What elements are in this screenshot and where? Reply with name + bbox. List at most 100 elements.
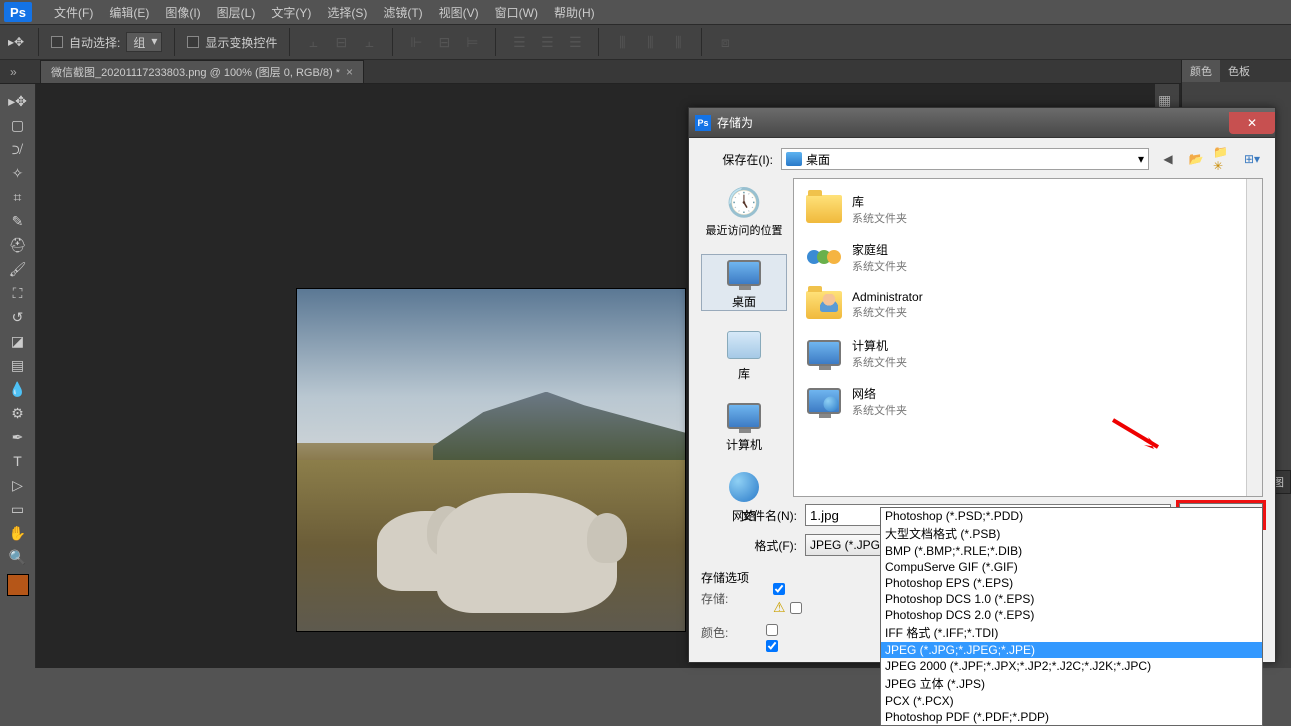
save-in-label: 保存在(I): [701, 151, 773, 168]
file-item-administrator[interactable]: Administrator 系统文件夹 [800, 281, 1256, 329]
format-option-jpeg2000[interactable]: JPEG 2000 (*.JPF;*.JPX;*.JP2;*.J2C;*.J2K… [881, 658, 1262, 674]
gradient-tool-icon[interactable]: ▤ [5, 354, 31, 376]
distribute-vcenter-icon[interactable]: ☰ [536, 31, 558, 53]
nav-new-folder-icon[interactable]: 📁✳ [1213, 148, 1235, 170]
save-in-dropdown[interactable]: 桌面 ▾ [781, 148, 1149, 170]
dodge-tool-icon[interactable]: ⚙ [5, 402, 31, 424]
distribute-hcenter-icon[interactable]: ⫼ [639, 31, 661, 53]
place-computer[interactable]: 计算机 [701, 398, 787, 453]
menu-select[interactable]: 选择(S) [319, 1, 375, 24]
eyedropper-tool-icon[interactable]: ✎ [5, 210, 31, 232]
format-option-bmp[interactable]: BMP (*.BMP;*.RLE;*.DIB) [881, 543, 1262, 559]
format-option-eps[interactable]: Photoshop EPS (*.EPS) [881, 575, 1262, 591]
color-option-checkbox[interactable] [766, 640, 778, 652]
path-selection-tool-icon[interactable]: ▷ [5, 474, 31, 496]
magic-wand-tool-icon[interactable]: ✧ [5, 162, 31, 184]
file-item-homegroup[interactable]: 家庭组 系统文件夹 [800, 233, 1256, 281]
move-tool-icon[interactable]: ▸✥ [6, 32, 26, 52]
menu-edit[interactable]: 编辑(E) [101, 1, 157, 24]
align-bottom-icon[interactable]: ⫠ [358, 31, 380, 53]
save-option-checkbox[interactable] [773, 583, 785, 595]
format-option-gif[interactable]: CompuServe GIF (*.GIF) [881, 559, 1262, 575]
dialog-titlebar[interactable]: Ps 存储为 ✕ [689, 108, 1275, 138]
homegroup-icon [804, 239, 844, 275]
file-list[interactable]: 库 系统文件夹 家庭组 系统文件夹 Administ [793, 178, 1263, 497]
distribute-left-icon[interactable]: ⫼ [611, 31, 633, 53]
show-transform-checkbox[interactable] [187, 36, 199, 48]
expand-docs-icon[interactable]: » [10, 65, 17, 79]
pen-tool-icon[interactable]: ✒ [5, 426, 31, 448]
distribute-top-icon[interactable]: ☰ [508, 31, 530, 53]
menu-layer[interactable]: 图层(L) [209, 1, 264, 24]
menu-type[interactable]: 文字(Y) [263, 1, 319, 24]
format-option-pdf[interactable]: Photoshop PDF (*.PDF;*.PDP) [881, 709, 1262, 725]
auto-select-dropdown[interactable]: 组 ▾ [126, 32, 162, 52]
nav-view-menu-icon[interactable]: ⊞▾ [1241, 148, 1263, 170]
swatches-panel-tab[interactable]: 色板 [1220, 60, 1258, 82]
nav-up-icon[interactable]: 📂 [1185, 148, 1207, 170]
save-option-checkbox[interactable] [790, 602, 802, 614]
format-option-pcx[interactable]: PCX (*.PCX) [881, 693, 1262, 709]
computer-icon [804, 335, 844, 371]
3d-mode-icon[interactable]: ⧈ [714, 31, 736, 53]
format-dropdown-list[interactable]: Photoshop (*.PSD;*.PDD) 大型文档格式 (*.PSB) B… [880, 507, 1263, 726]
scrollbar[interactable] [1246, 179, 1262, 496]
menu-file[interactable]: 文件(F) [46, 1, 101, 24]
format-option-psb[interactable]: 大型文档格式 (*.PSB) [881, 524, 1262, 543]
file-item-computer[interactable]: 计算机 系统文件夹 [800, 329, 1256, 377]
align-left-icon[interactable]: ⊩ [405, 31, 427, 53]
close-tab-icon[interactable]: × [346, 65, 353, 79]
crop-tool-icon[interactable]: ⌗ [5, 186, 31, 208]
move-tool-icon[interactable]: ▸✥ [5, 90, 31, 112]
lasso-tool-icon[interactable]: ⟉ [5, 138, 31, 160]
file-name: Administrator [852, 290, 923, 304]
color-option-checkbox[interactable] [766, 624, 778, 636]
format-option-dcs1[interactable]: Photoshop DCS 1.0 (*.EPS) [881, 591, 1262, 607]
auto-select-checkbox[interactable] [51, 36, 63, 48]
place-recent[interactable]: 🕔 最近访问的位置 [701, 184, 787, 238]
align-hcenter-icon[interactable]: ⊟ [433, 31, 455, 53]
align-top-icon[interactable]: ⫠ [302, 31, 324, 53]
menu-help[interactable]: 帮助(H) [546, 1, 603, 24]
file-name: 网络 [852, 385, 907, 402]
dialog-close-button[interactable]: ✕ [1229, 112, 1275, 134]
color-panel-tab[interactable]: 颜色 [1182, 60, 1220, 82]
shape-tool-icon[interactable]: ▭ [5, 498, 31, 520]
file-subtitle: 系统文件夹 [852, 354, 907, 370]
network-icon [804, 383, 844, 419]
blur-tool-icon[interactable]: 💧 [5, 378, 31, 400]
format-option-psd[interactable]: Photoshop (*.PSD;*.PDD) [881, 508, 1262, 524]
align-vcenter-icon[interactable]: ⊟ [330, 31, 352, 53]
format-option-dcs2[interactable]: Photoshop DCS 2.0 (*.EPS) [881, 607, 1262, 623]
file-item-libraries[interactable]: 库 系统文件夹 [800, 185, 1256, 233]
type-tool-icon[interactable]: T [5, 450, 31, 472]
brush-tool-icon[interactable]: 🖌 [5, 258, 31, 280]
healing-brush-tool-icon[interactable]: ⛑ [5, 234, 31, 256]
distribute-right-icon[interactable]: ⫼ [667, 31, 689, 53]
eraser-tool-icon[interactable]: ◪ [5, 330, 31, 352]
document-canvas[interactable] [296, 288, 686, 632]
format-option-jps[interactable]: JPEG 立体 (*.JPS) [881, 674, 1262, 693]
nav-back-icon[interactable]: ◀ [1157, 148, 1179, 170]
menu-window[interactable]: 窗口(W) [487, 1, 546, 24]
marquee-tool-icon[interactable]: ▢ [5, 114, 31, 136]
align-right-icon[interactable]: ⊨ [461, 31, 483, 53]
clone-stamp-tool-icon[interactable]: ⛶ [5, 282, 31, 304]
zoom-tool-icon[interactable]: 🔍 [5, 546, 31, 568]
foreground-color-swatch[interactable] [7, 574, 29, 596]
format-option-jpeg[interactable]: JPEG (*.JPG;*.JPEG;*.JPE) [881, 642, 1262, 658]
document-tab[interactable]: 微信截图_20201117233803.png @ 100% (图层 0, RG… [40, 60, 364, 83]
place-libraries[interactable]: 库 [701, 327, 787, 382]
file-item-network[interactable]: 网络 系统文件夹 [800, 377, 1256, 425]
history-brush-tool-icon[interactable]: ↺ [5, 306, 31, 328]
menu-image[interactable]: 图像(I) [157, 1, 208, 24]
menu-view[interactable]: 视图(V) [431, 1, 487, 24]
separator [289, 28, 290, 56]
place-desktop[interactable]: 桌面 [701, 254, 787, 311]
dialog-title: 存储为 [717, 114, 753, 131]
file-name: 计算机 [852, 337, 907, 354]
distribute-bottom-icon[interactable]: ☰ [564, 31, 586, 53]
menu-filter[interactable]: 滤镜(T) [375, 1, 430, 24]
format-option-iff[interactable]: IFF 格式 (*.IFF;*.TDI) [881, 623, 1262, 642]
hand-tool-icon[interactable]: ✋ [5, 522, 31, 544]
